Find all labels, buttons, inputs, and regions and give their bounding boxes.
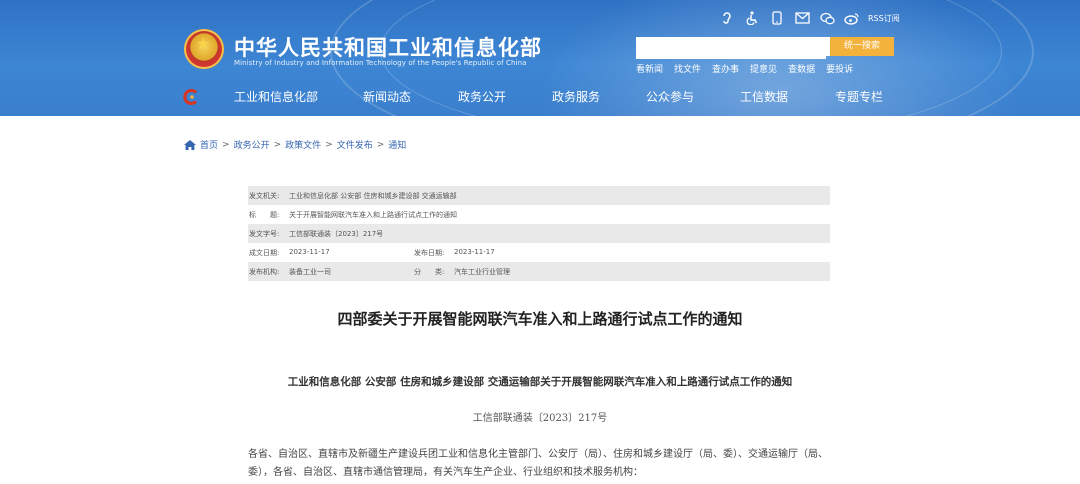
nav-item-participation[interactable]: 公众参与 — [646, 88, 694, 105]
breadcrumb-home[interactable]: 首页 — [200, 138, 218, 151]
nav-item-news[interactable]: 新闻动态 — [363, 88, 411, 105]
meta-key: 发布日期: — [414, 248, 445, 257]
quick-link-services[interactable]: 查办事 — [712, 62, 739, 75]
meta-created-cell: 成文日期: 2023-11-17 — [248, 248, 413, 258]
site-header: ★ 中华人民共和国工业和信息化部 Ministry of Industry an… — [0, 0, 1080, 116]
meta-published-cell: 发布日期: 2023-11-17 — [413, 248, 495, 258]
meta-row-title: 标 题: 关于开展智能网联汽车准入和上路通行试点工作的通知 — [248, 205, 830, 224]
meta-row-org: 发布机构: 装备工业一司 分 类: 汽车工业行业管理 — [248, 262, 830, 281]
breadcrumb-policy-files[interactable]: 政策文件 — [285, 138, 321, 151]
meta-published: 2023-11-17 — [454, 247, 495, 256]
meta-key: 标 题: — [249, 210, 280, 219]
breadcrumb-notice[interactable]: 通知 — [388, 138, 406, 151]
home-icon[interactable] — [184, 139, 196, 150]
meta-key: 发文字号: — [249, 229, 280, 238]
meta-org-cell: 发布机构: 装备工业一司 — [248, 267, 413, 277]
header-tools: RSS订阅 — [718, 10, 900, 26]
meta-org: 装备工业一司 — [289, 267, 331, 276]
nav-item-open-gov[interactable]: 政务公开 — [458, 88, 506, 105]
quick-links: 看新闻 找文件 查办事 提意见 查数据 要投诉 — [636, 62, 864, 75]
quick-link-news[interactable]: 看新闻 — [636, 62, 663, 75]
site-title[interactable]: 中华人民共和国工业和信息化部 — [234, 32, 542, 62]
meta-key: 分 类: — [414, 267, 445, 276]
nav-item-topics[interactable]: 专题专栏 — [835, 88, 883, 105]
document-metadata-table: 发文机关: 工业和信息化部 公安部 住房和城乡建设部 交通运输部 标 题: 关于… — [248, 186, 830, 281]
party-logo-icon[interactable] — [183, 89, 199, 105]
breadcrumb: 首页 > 政务公开 > 政策文件 > 文件发布 > 通知 — [184, 138, 406, 151]
search-input[interactable] — [636, 39, 826, 59]
breadcrumb-separator: > — [376, 139, 385, 150]
accessibility-icon[interactable] — [743, 10, 761, 26]
meta-row-issuer: 发文机关: 工业和信息化部 公安部 住房和城乡建设部 交通运输部 — [248, 186, 830, 205]
meta-row-docno: 发文字号: 工信部联通装〔2023〕217号 — [248, 224, 830, 243]
meta-key: 发文机关: — [249, 191, 280, 200]
search-box: 统一搜索 — [636, 37, 894, 59]
meta-category: 汽车工业行业管理 — [454, 267, 510, 276]
meta-category-cell: 分 类: 汽车工业行业管理 — [413, 267, 510, 277]
mobile-icon[interactable] — [768, 10, 786, 26]
rss-link[interactable]: RSS订阅 — [868, 13, 900, 24]
breadcrumb-file-release[interactable]: 文件发布 — [337, 138, 373, 151]
meta-issuer: 工业和信息化部 公安部 住房和城乡建设部 交通运输部 — [289, 191, 457, 200]
meta-key: 发布机构: — [249, 267, 280, 276]
breadcrumb-separator: > — [325, 139, 333, 150]
nav-item-home[interactable]: 工业和信息化部 — [234, 88, 318, 105]
national-emblem-icon[interactable]: ★ — [184, 29, 224, 69]
mail-icon[interactable] — [793, 10, 811, 26]
article-title: 四部委关于开展智能网联汽车准入和上路通行试点工作的通知 — [337, 310, 743, 328]
weibo-icon[interactable] — [843, 10, 861, 26]
quick-link-complaint[interactable]: 要投诉 — [826, 62, 853, 75]
site-subtitle: Ministry of Industry and Information Tec… — [234, 59, 527, 67]
article-document-number: 工信部联通装〔2023〕217号 — [472, 413, 608, 424]
nav-item-data[interactable]: 工信数据 — [740, 88, 788, 105]
meta-row-dates: 成文日期: 2023-11-17 发布日期: 2023-11-17 — [248, 243, 830, 262]
article-paragraph: 各省、自治区、直辖市及新疆生产建设兵团工业和信息化主管部门、公安厅（局）、住房和… — [248, 449, 828, 478]
hearing-aid-icon[interactable] — [718, 10, 736, 26]
wechat-icon[interactable] — [818, 10, 836, 26]
meta-docno: 工信部联通装〔2023〕217号 — [289, 229, 384, 238]
quick-link-feedback[interactable]: 提意见 — [750, 62, 777, 75]
breadcrumb-separator: > — [273, 139, 282, 150]
breadcrumb-separator: > — [222, 139, 230, 150]
quick-link-files[interactable]: 找文件 — [674, 62, 701, 75]
quick-link-data[interactable]: 查数据 — [788, 62, 815, 75]
meta-created: 2023-11-17 — [289, 247, 330, 256]
nav-item-services[interactable]: 政务服务 — [552, 88, 600, 105]
article-subtitle: 工业和信息化部 公安部 住房和城乡建设部 交通运输部关于开展智能网联汽车准入和上… — [287, 376, 793, 388]
meta-key: 成文日期: — [249, 248, 280, 257]
meta-title: 关于开展智能网联汽车准入和上路通行试点工作的通知 — [289, 210, 457, 219]
breadcrumb-open-gov[interactable]: 政务公开 — [234, 138, 270, 151]
search-button[interactable]: 统一搜索 — [830, 37, 894, 56]
